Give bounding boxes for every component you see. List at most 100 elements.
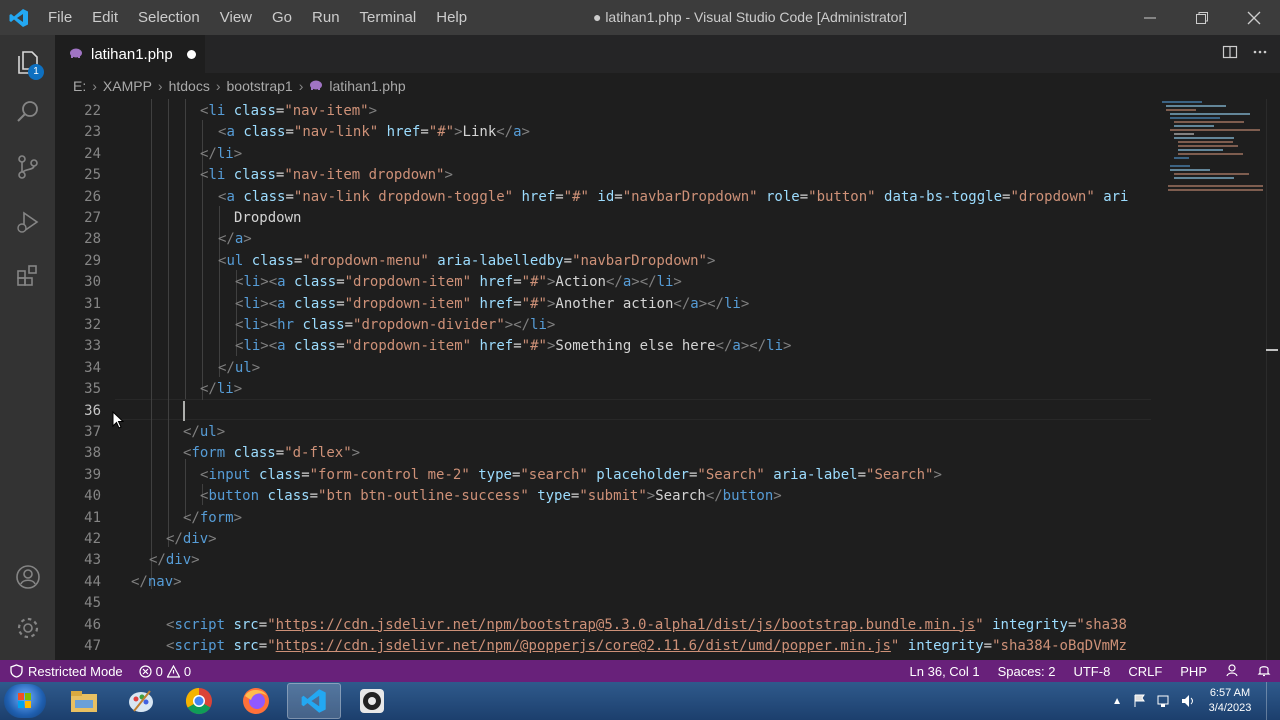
cursor-position[interactable]: Ln 36, Col 1: [901, 664, 989, 679]
breadcrumb-drive[interactable]: E:: [73, 78, 86, 94]
menu-run[interactable]: Run: [302, 0, 350, 35]
notifications-bell-icon[interactable]: [1248, 663, 1280, 680]
line-number: 35: [84, 381, 101, 398]
line-number: 23: [84, 124, 101, 141]
windows-taskbar: ▲ 6:57 AM 3/4/2023: [0, 682, 1280, 720]
restricted-mode-indicator[interactable]: Restricted Mode: [0, 660, 131, 682]
line-number: 43: [84, 552, 101, 569]
vertical-scrollbar[interactable]: [1266, 99, 1280, 660]
firefox-taskbar-icon[interactable]: [229, 683, 283, 719]
network-icon[interactable]: [1156, 693, 1172, 709]
code-line-46: <script src="https://cdn.jsdelivr.net/np…: [166, 616, 1127, 633]
vscode-taskbar-icon[interactable]: [287, 683, 341, 719]
line-number: 44: [84, 573, 101, 590]
mouse-pointer-icon: [112, 410, 125, 434]
line-number: 31: [84, 295, 101, 312]
line-number: 36: [84, 402, 101, 419]
code-line-28: </a>: [218, 231, 252, 248]
extensions-icon[interactable]: [0, 250, 55, 300]
end-of-line[interactable]: CRLF: [1119, 664, 1171, 679]
paint-taskbar-icon[interactable]: [114, 683, 168, 719]
obs-taskbar-icon[interactable]: [345, 683, 399, 719]
unsaved-dot-icon[interactable]: [186, 49, 196, 59]
chevron-right-icon: ›: [298, 78, 304, 94]
close-icon[interactable]: [1229, 0, 1279, 35]
settings-gear-icon[interactable]: [0, 603, 55, 653]
show-hidden-icons-icon[interactable]: ▲: [1106, 696, 1128, 707]
line-number: 40: [84, 488, 101, 505]
line-number: 42: [84, 531, 101, 547]
editor-actions: [1222, 35, 1268, 73]
restore-icon[interactable]: [1177, 0, 1227, 35]
split-editor-icon[interactable]: [1222, 44, 1238, 65]
status-right: Ln 36, Col 1 Spaces: 2 UTF-8 CRLF PHP: [901, 660, 1280, 682]
feedback-icon[interactable]: [1216, 663, 1248, 680]
indent-guide: [168, 99, 169, 547]
code-area[interactable]: <li class="nav-item"> <a class="nav-link…: [131, 99, 1151, 660]
error-icon: [139, 664, 152, 678]
menu-edit[interactable]: Edit: [82, 0, 128, 35]
code-line-29: <ul class="dropdown-menu" aria-labelledb…: [218, 252, 716, 269]
file-explorer-taskbar-icon[interactable]: [57, 683, 111, 719]
start-button[interactable]: [4, 684, 46, 718]
source-control-icon[interactable]: [0, 142, 55, 192]
menu-go[interactable]: Go: [262, 0, 302, 35]
menu-selection[interactable]: Selection: [128, 0, 210, 35]
code-line-22: <li class="nav-item">: [200, 103, 378, 119]
menu-file[interactable]: File: [38, 0, 82, 35]
chrome-taskbar-icon[interactable]: [172, 683, 226, 719]
menu-bar: File Edit Selection View Go Run Terminal…: [38, 0, 477, 35]
code-line-31: <li><a class="dropdown-item" href="#">An…: [235, 295, 750, 312]
action-center-flag-icon[interactable]: [1132, 693, 1148, 709]
title-bar: File Edit Selection View Go Run Terminal…: [0, 0, 1280, 35]
line-number-gutter: 22 23 24 25 26 27 28 29 30 31 32 33 34 35 36 37 38 39 40 41…: [55, 99, 115, 660]
tab-label: latihan1.php: [91, 45, 173, 63]
clock-time: 6:57 AM: [1209, 687, 1251, 699]
line-number: 25: [84, 167, 101, 184]
line-number: 34: [84, 359, 101, 376]
error-count: 0: [155, 663, 163, 679]
menu-help[interactable]: Help: [426, 0, 477, 35]
code-line-23: <a class="nav-link" href="#">Link</a>: [218, 124, 530, 141]
accounts-icon[interactable]: [0, 552, 55, 602]
code-line-30: <li><a class="dropdown-item" href="#">Ac…: [235, 274, 682, 291]
system-clock[interactable]: 6:57 AM 3/4/2023: [1200, 686, 1260, 716]
breadcrumb-xampp[interactable]: XAMPP: [103, 78, 152, 94]
line-number: 28: [84, 231, 101, 248]
search-icon[interactable]: [0, 87, 55, 137]
code-line-38: <form class="d-flex">: [183, 445, 361, 462]
vscode-logo-icon: [0, 0, 38, 35]
run-debug-icon[interactable]: [0, 197, 55, 247]
breadcrumb-file[interactable]: latihan1.php: [329, 78, 405, 94]
breadcrumb-htdocs[interactable]: htdocs: [169, 78, 210, 94]
problems-indicator[interactable]: 0 0: [131, 664, 199, 679]
line-number: 27: [84, 210, 101, 226]
code-line-35: </li>: [200, 381, 243, 398]
warning-icon: [166, 664, 180, 678]
explorer-icon[interactable]: 1: [0, 37, 55, 87]
php-elephant-icon: [309, 78, 323, 94]
system-tray: ▲ 6:57 AM 3/4/2023: [1106, 682, 1280, 720]
line-number: 29: [84, 252, 101, 269]
code-line-43: </div>: [149, 552, 200, 569]
code-editor[interactable]: 22 23 24 25 26 27 28 29 30 31 32 33 34 35 36 37 38 39 40 41…: [55, 99, 1280, 660]
breadcrumb-bootstrap1[interactable]: bootstrap1: [227, 78, 293, 94]
php-elephant-icon: [69, 47, 83, 62]
code-line-26: <a class="nav-link dropdown-toggle" href…: [218, 188, 1129, 205]
chevron-right-icon: ›: [157, 78, 163, 94]
tab-latihan1-php[interactable]: latihan1.php: [55, 35, 205, 73]
line-number: 41: [84, 509, 101, 526]
code-line-37: </ul>: [183, 424, 226, 440]
language-mode[interactable]: PHP: [1171, 664, 1216, 679]
menu-terminal[interactable]: Terminal: [350, 0, 427, 35]
more-actions-icon[interactable]: [1252, 44, 1268, 65]
encoding[interactable]: UTF-8: [1064, 664, 1119, 679]
indentation[interactable]: Spaces: 2: [989, 664, 1065, 679]
minimize-icon[interactable]: [1125, 0, 1175, 35]
minimap[interactable]: [1160, 99, 1265, 191]
volume-icon[interactable]: [1180, 693, 1196, 709]
menu-view[interactable]: View: [210, 0, 262, 35]
code-line-42: </div>: [166, 531, 217, 547]
show-desktop-button[interactable]: [1266, 682, 1280, 720]
line-number: 37: [84, 424, 101, 440]
